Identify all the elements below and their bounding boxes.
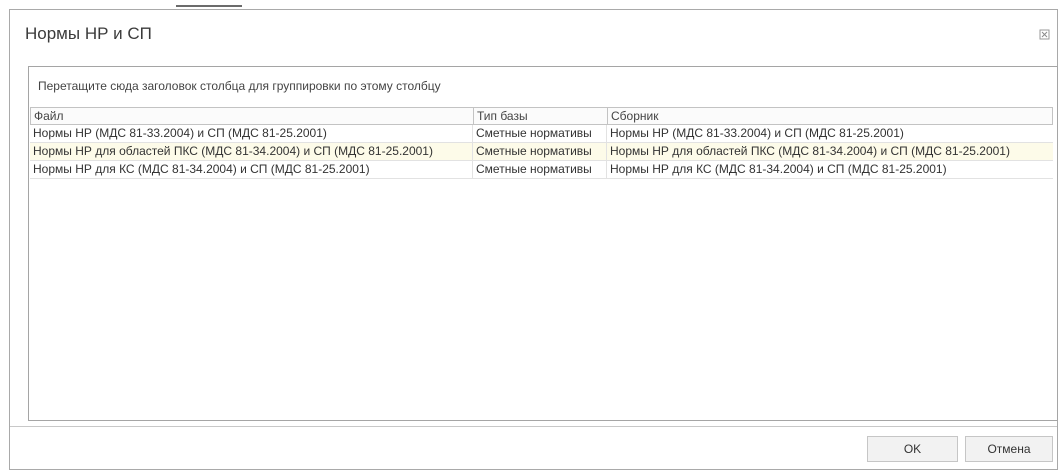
- group-by-hint: Перетащите сюда заголовок столбца для гр…: [38, 79, 441, 93]
- cancel-button[interactable]: Отмена: [965, 436, 1053, 462]
- norms-dialog: Нормы НР и СП Перетащите сюда заголовок …: [9, 9, 1058, 470]
- cell-file: Нормы НР (МДС 81-33.2004) и СП (МДС 81-2…: [30, 125, 473, 142]
- cell-base-type: Сметные нормативы: [473, 143, 607, 160]
- close-button[interactable]: [1037, 27, 1053, 43]
- cell-file: Нормы НР для КС (МДС 81-34.2004) и СП (М…: [30, 161, 473, 178]
- cell-collection: Нормы НР для КС (МДС 81-34.2004) и СП (М…: [610, 162, 947, 176]
- cell-base-type: Сметные нормативы: [473, 161, 607, 178]
- cell-file: Нормы НР для областей ПКС (МДС 81-34.200…: [30, 143, 473, 160]
- top-strip: [0, 0, 1062, 9]
- cell-collection: Нормы НР (МДС 81-33.2004) и СП (МДС 81-2…: [610, 126, 904, 140]
- cell-base-type: Сметные нормативы: [473, 125, 607, 142]
- table-row[interactable]: Нормы НР (МДС 81-33.2004) и СП (МДС 81-2…: [30, 125, 1053, 143]
- column-header-collection[interactable]: Сборник: [608, 108, 1052, 124]
- table-row[interactable]: Нормы НР для КС (МДС 81-34.2004) и СП (М…: [30, 161, 1053, 179]
- table-row-selected[interactable]: Нормы НР для областей ПКС (МДС 81-34.200…: [30, 143, 1053, 161]
- close-icon: [1039, 29, 1050, 40]
- column-header-file[interactable]: Файл: [31, 108, 474, 124]
- ok-button[interactable]: OK: [867, 436, 958, 462]
- data-grid: Перетащите сюда заголовок столбца для гр…: [28, 66, 1058, 421]
- group-by-panel[interactable]: Перетащите сюда заголовок столбца для гр…: [29, 67, 1057, 107]
- dialog-title: Нормы НР и СП: [25, 24, 152, 43]
- column-header-base-type[interactable]: Тип базы: [474, 108, 608, 124]
- background-tab-mark: [176, 5, 242, 7]
- title-bar[interactable]: Нормы НР и СП: [10, 10, 1057, 58]
- footer-divider: [10, 426, 1057, 427]
- grid-rows: Нормы НР (МДС 81-33.2004) и СП (МДС 81-2…: [30, 125, 1053, 179]
- grid-header: Файл Тип базы Сборник: [30, 107, 1053, 125]
- cell-collection: Нормы НР для областей ПКС (МДС 81-34.200…: [610, 144, 1010, 158]
